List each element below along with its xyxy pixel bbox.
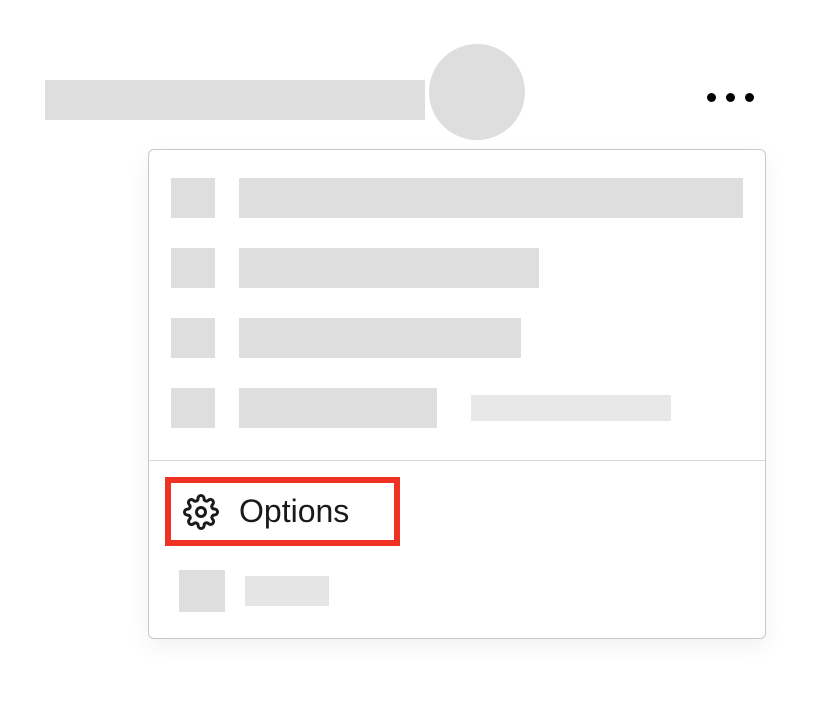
menu-item-placeholder[interactable] — [165, 570, 749, 612]
menu-item-placeholder[interactable] — [171, 318, 743, 358]
placeholder-icon — [179, 570, 225, 612]
placeholder-icon — [171, 178, 215, 218]
menu-item-placeholder[interactable] — [171, 178, 743, 218]
menu-item-placeholder[interactable] — [171, 388, 743, 428]
placeholder-icon — [171, 318, 215, 358]
placeholder-label — [239, 388, 437, 428]
dropdown-menu: Options — [148, 149, 766, 639]
placeholder-icon — [171, 388, 215, 428]
more-options-button[interactable] — [707, 93, 754, 102]
placeholder-icon — [171, 248, 215, 288]
avatar-placeholder — [429, 44, 525, 140]
header-placeholder-bar — [45, 80, 425, 120]
placeholder-label — [245, 576, 329, 606]
placeholder-label — [239, 248, 539, 288]
gear-icon — [183, 494, 219, 530]
placeholder-label — [239, 318, 521, 358]
placeholder-label — [239, 178, 743, 218]
placeholder-secondary-label — [471, 395, 671, 421]
options-menu-item[interactable]: Options — [165, 477, 400, 546]
options-label: Options — [239, 493, 349, 530]
menu-item-placeholder[interactable] — [171, 248, 743, 288]
